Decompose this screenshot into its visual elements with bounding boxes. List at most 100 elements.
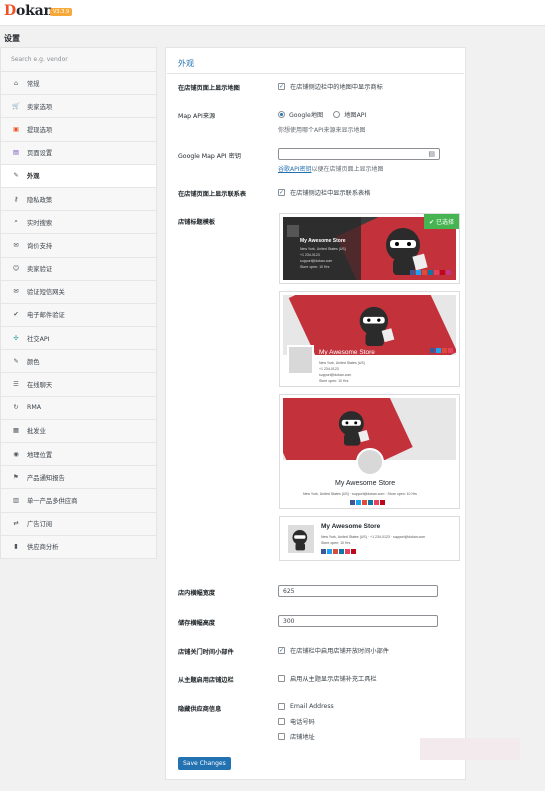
sidebar-item-label: 供应商分析	[27, 544, 59, 552]
sidebar-search-input[interactable]: Search e.g. vendor	[1, 48, 156, 72]
sidebar-item-label: 验证短信网关	[27, 289, 65, 297]
vendor-sidebar-checkbox[interactable]	[278, 675, 285, 682]
map-api-google-radio[interactable]	[278, 111, 285, 118]
map-api-options: Google地图 地图API	[278, 110, 366, 119]
sidebar-item-label: 页面设置	[27, 150, 53, 158]
template-layout-2[interactable]: My Awesome Store New York, United States…	[279, 291, 460, 387]
sidebar-item-3[interactable]: ▤ 页面设置	[1, 142, 156, 165]
mail-icon: ✉	[13, 288, 19, 296]
google-key-input[interactable]: ▤	[278, 148, 440, 160]
chart-icon: ▮	[14, 543, 18, 551]
key-icon: ⚷	[13, 195, 19, 203]
sidebar-item-0[interactable]: ⌂ 常规	[1, 72, 156, 96]
ninja-icon	[333, 406, 377, 452]
sidebar-item-12[interactable]: ✎ 颜色	[1, 350, 156, 374]
store-icon: ▥	[13, 496, 19, 504]
template-default[interactable]: My Awesome Store New York, United States…	[279, 213, 460, 284]
hide-phone-checkbox[interactable]	[278, 718, 285, 725]
banner-width-input[interactable]: 625	[278, 585, 438, 597]
store-map-checkbox[interactable]: ✓	[278, 83, 285, 90]
banner-width-label: 店内横幅宽度	[178, 590, 216, 597]
sidebar-item-label: 实时搜索	[27, 219, 53, 227]
template-layout-4[interactable]: My Awesome Store New York, United States…	[279, 516, 460, 561]
contact-form-checkbox[interactable]: ✓	[278, 189, 285, 196]
sidebar-item-label: 社交API	[27, 335, 50, 343]
sidebar-item-16[interactable]: ◉ 地理位置	[1, 443, 156, 467]
hide-address-row: 店铺地址	[278, 732, 315, 741]
google-key-link[interactable]: 谷歌API密钥	[278, 166, 312, 173]
sidebar-item-label: 广告订阅	[27, 521, 53, 529]
sidebar-item-label: 常规	[27, 80, 40, 88]
vendor-sidebar-row: 启用从主题显示店铺补充工具栏	[278, 674, 377, 683]
key-icon: ▤	[428, 150, 435, 158]
vendor-sidebar-label: 从主题启用店铺边栏	[178, 677, 234, 684]
open-close-checkbox[interactable]: ✓	[278, 647, 285, 654]
sidebar-item-8[interactable]: ☺ 卖家验证	[1, 258, 156, 281]
sidebar-item-15[interactable]: ▦ 批发业	[1, 420, 156, 443]
sidebar-item-17[interactable]: ⚑ 产品通知报告	[1, 466, 156, 490]
store-map-label: 在店铺页面上显示地图	[178, 85, 240, 92]
sidebar-item-13[interactable]: ☰ 在线聊天	[1, 373, 156, 397]
google-key-label: Google Map API 密钥	[178, 153, 241, 160]
save-changes-button[interactable]: Save Changes	[178, 757, 231, 770]
sidebar-item-5[interactable]: ⚷ 隐私政策	[1, 188, 156, 212]
sidebar-item-label: 询价支持	[27, 242, 53, 250]
hide-vendor-label: 隐藏供应商信息	[178, 706, 222, 713]
sidebar-item-2[interactable]: ▣ 提现选项	[1, 118, 156, 142]
store-avatar	[286, 523, 316, 555]
settings-panel: 外观 在店铺页面上显示地图 ✓ 在店铺侧边栏中的地图中显示商标 Map API来…	[165, 47, 466, 780]
brush-icon: ✎	[13, 172, 19, 180]
version-badge: V3.3.9	[50, 8, 73, 16]
social-icons	[321, 548, 357, 556]
sidebar-item-1[interactable]: 🛒 卖家选项	[1, 95, 156, 119]
sidebar-item-11[interactable]: ✣ 社交API	[1, 327, 156, 351]
sidebar-item-14[interactable]: ↻ RMA	[1, 397, 156, 420]
wallet-icon: ▣	[13, 125, 19, 133]
map-api-other-radio[interactable]	[333, 111, 341, 118]
template-layout-3[interactable]: My Awesome Store New York, United States…	[279, 394, 460, 509]
map-api-label: Map API来源	[178, 113, 216, 120]
ninja-icon	[353, 301, 403, 353]
sidebar-item-6[interactable]: ⌕ 实时搜索	[1, 211, 156, 235]
dokan-logo[interactable]: Dokan	[4, 3, 54, 19]
sidebar-item-label: 在线聊天	[27, 382, 53, 390]
hide-phone-row: 电话号码	[278, 717, 315, 726]
sidebar-item-label: 地理位置	[27, 451, 53, 459]
flag-icon: ⚑	[13, 473, 19, 481]
header-template-label: 店铺标题模板	[178, 219, 216, 226]
hide-email-checkbox[interactable]	[278, 703, 285, 710]
chat-bubbles-icon: ☰	[13, 381, 19, 389]
sidebar-item-10[interactable]: ✔ 电子邮件验证	[1, 304, 156, 328]
sidebar-item-label: 产品通知报告	[27, 474, 65, 482]
repeat-icon: ⇄	[13, 520, 19, 528]
network-icon: ✣	[13, 334, 19, 342]
sidebar-item-label: 单一产品多供应商	[27, 497, 78, 505]
sidebar-item-label: 卖家选项	[27, 103, 53, 111]
pen-icon: ✎	[13, 357, 19, 365]
cart-icon: 🛒	[12, 103, 20, 111]
store-avatar	[287, 225, 299, 237]
sidebar-item-7[interactable]: ✉ 询价支持	[1, 234, 156, 258]
page-icon: ▤	[13, 149, 19, 157]
refresh-icon: ↻	[13, 404, 19, 412]
google-key-desc: 谷歌API密钥以便在店铺页面上显示地图	[278, 166, 384, 173]
banner-height-input[interactable]: 300	[278, 615, 438, 627]
sidebar-item-20[interactable]: ▮ 供应商分析	[1, 536, 156, 559]
page-title: 设置	[4, 34, 20, 43]
social-icons	[410, 269, 452, 277]
envelope-check-icon: ✔	[13, 311, 19, 319]
sidebar-item-4[interactable]: ✎ 外观	[1, 164, 156, 188]
social-icons	[350, 499, 386, 507]
sidebar-item-18[interactable]: ▥ 单一产品多供应商	[1, 489, 156, 513]
section-title: 外观	[178, 59, 194, 68]
sidebar-item-19[interactable]: ⇄ 广告订阅	[1, 513, 156, 536]
contact-form-row: ✓ 在店铺侧边栏中显示联系表格	[278, 188, 371, 197]
divider	[167, 73, 464, 74]
user-check-icon: ☺	[12, 265, 20, 273]
hide-address-checkbox[interactable]	[278, 733, 285, 740]
boxes-icon: ▦	[13, 427, 19, 435]
sidebar-item-9[interactable]: ✉ 验证短信网关	[1, 281, 156, 304]
blurred-area	[420, 738, 520, 760]
sidebar-item-label: RMA	[27, 404, 42, 412]
store-avatar	[356, 448, 384, 476]
